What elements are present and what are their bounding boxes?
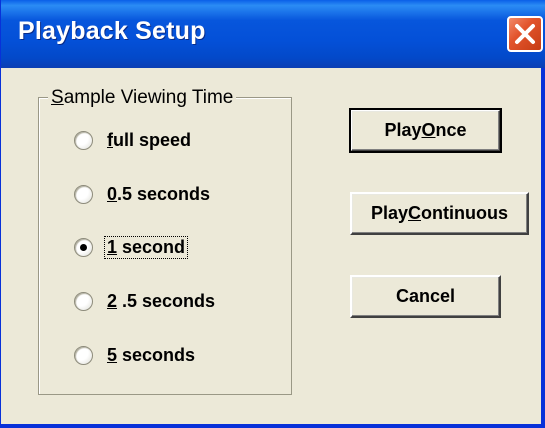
radio-0-5-seconds[interactable]: 0.5 seconds	[74, 180, 212, 208]
radio-2-5-seconds[interactable]: 2 .5 seconds	[74, 287, 217, 315]
radio-label: 0.5 seconds	[107, 183, 211, 204]
dialog-window: Playback Setup Sample Viewing Time full …	[0, 0, 545, 428]
group-legend: Sample Viewing Time	[48, 87, 237, 109]
radio-button[interactable]	[74, 291, 93, 311]
radio-button[interactable]	[74, 184, 93, 204]
close-icon	[515, 24, 535, 44]
radio-label: 1 second	[103, 235, 189, 259]
play-continuous-button[interactable]: Play Continuous	[350, 192, 529, 235]
window-title: Playback Setup	[18, 17, 206, 45]
radio-full-speed[interactable]: full speed	[74, 126, 193, 154]
play-once-button[interactable]: Play Once	[349, 108, 502, 153]
cancel-button[interactable]: Cancel	[350, 275, 501, 318]
radio-label: full speed	[107, 129, 192, 150]
title-bar[interactable]: Playback Setup	[1, 0, 545, 68]
radio-button[interactable]	[74, 345, 93, 365]
radio-label: 5 seconds	[107, 344, 196, 365]
radio-label: 2 .5 seconds	[107, 290, 216, 311]
radio-button-selected[interactable]	[74, 237, 93, 257]
radio-selected-dot	[80, 243, 87, 251]
radio-5-seconds[interactable]: 5 seconds	[74, 341, 197, 369]
radio-button[interactable]	[74, 130, 93, 150]
radio-1-second[interactable]: 1 second	[74, 233, 189, 261]
close-button[interactable]	[507, 16, 543, 52]
